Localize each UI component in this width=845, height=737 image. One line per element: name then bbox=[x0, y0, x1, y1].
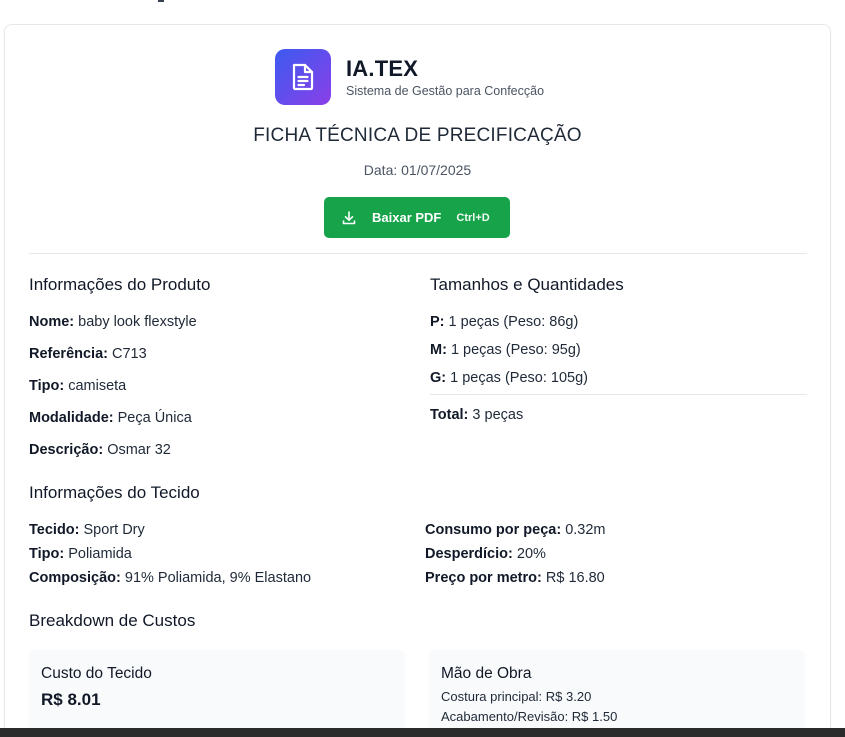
fabric-name-row: Tecido: Sport Dry bbox=[29, 522, 145, 538]
product-name-row: Nome: baby look flexstyle bbox=[29, 314, 197, 330]
fabric-cost-title: Custo do Tecido bbox=[41, 665, 152, 682]
costs-section-title: Breakdown de Custos bbox=[29, 611, 196, 630]
labor-cost-card: Mão de Obra Costura principal: R$ 3.20 A… bbox=[429, 650, 805, 737]
header-divider bbox=[29, 253, 807, 254]
top-edge bbox=[0, 0, 845, 8]
labor-line-sewing: Costura principal: R$ 3.20 bbox=[441, 689, 592, 704]
fabric-cost-card: Custo do Tecido R$ 8.01 bbox=[29, 650, 405, 737]
fabric-price-row: Preço por metro: R$ 16.80 bbox=[425, 570, 605, 586]
fabric-cost-value: R$ 8.01 bbox=[41, 690, 101, 709]
product-description-row: Descrição: Osmar 32 bbox=[29, 442, 171, 458]
fabric-composition-row: Composição: 91% Poliamida, 9% Elastano bbox=[29, 570, 312, 586]
pricing-sheet-card: IA.TEX Sistema de Gestão para Confecção … bbox=[4, 24, 831, 737]
document-date: Data: 01/07/2025 bbox=[363, 162, 472, 178]
labor-cost-title: Mão de Obra bbox=[441, 665, 532, 682]
size-row-m: M: 1 peças (Peso: 95g) bbox=[430, 342, 581, 358]
app-logo bbox=[275, 49, 331, 105]
sizes-divider bbox=[430, 394, 807, 395]
brand-header: IA.TEX Sistema de Gestão para Confecção bbox=[275, 49, 544, 105]
fabric-consumption-row: Consumo por peça: 0.32m bbox=[425, 522, 606, 538]
fabric-type-row: Tipo: Poliamida bbox=[29, 546, 132, 562]
product-section-title: Informações do Produto bbox=[29, 275, 211, 294]
document-title: FICHA TÉCNICA DE PRECIFICAÇÃO bbox=[253, 125, 582, 146]
size-row-p: P: 1 peças (Peso: 86g) bbox=[430, 314, 579, 330]
download-pdf-button[interactable]: Baixar PDF Ctrl+D bbox=[324, 197, 510, 238]
fabric-section-title: Informações do Tecido bbox=[29, 483, 200, 502]
product-reference-row: Referência: C713 bbox=[29, 346, 147, 362]
download-shortcut-hint: Ctrl+D bbox=[456, 211, 490, 224]
download-icon bbox=[341, 210, 357, 226]
bottom-taskbar-edge bbox=[0, 728, 845, 737]
labor-line-finishing: Acabamento/Revisão: R$ 1.50 bbox=[441, 709, 618, 724]
product-type-row: Tipo: camiseta bbox=[29, 378, 127, 394]
document-icon bbox=[292, 63, 314, 91]
download-pdf-label: Baixar PDF bbox=[372, 210, 442, 225]
sizes-section-title: Tamanhos e Quantidades bbox=[430, 275, 624, 294]
fabric-waste-row: Desperdício: 20% bbox=[425, 546, 546, 562]
product-modality-row: Modalidade: Peça Única bbox=[29, 410, 192, 426]
app-subtitle: Sistema de Gestão para Confecção bbox=[346, 84, 545, 98]
size-row-g: G: 1 peças (Peso: 105g) bbox=[430, 370, 588, 386]
app-name: IA.TEX bbox=[346, 56, 419, 81]
sizes-total-row: Total: 3 peças bbox=[430, 407, 524, 423]
